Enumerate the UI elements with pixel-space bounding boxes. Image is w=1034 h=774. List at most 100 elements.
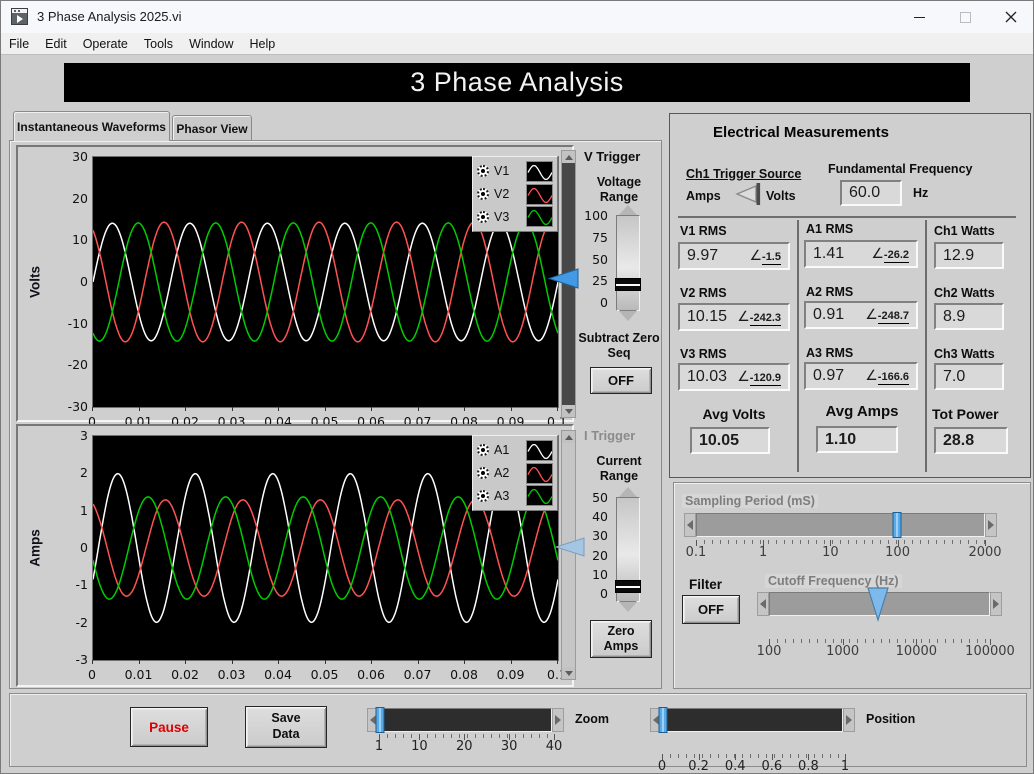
slider-right-arrow-icon[interactable] [552,708,564,732]
y-tick-label: 1 [80,503,88,518]
sampling-slider-handle[interactable] [893,512,902,538]
filter-label: Filter [689,577,722,592]
slider-scale-label: 10000 [896,644,937,659]
ch2-watts-label: Ch2 Watts [934,286,995,300]
legend-item-A1[interactable]: A1 [477,439,553,462]
scroll-up-icon[interactable] [562,431,575,443]
legend-radio-icon[interactable] [477,211,489,223]
range-slider-handle[interactable] [615,278,641,291]
current-range-slider[interactable] [614,487,642,612]
slider-scale-label: 100 [885,545,910,560]
tab-instantaneous-waveforms[interactable]: Instantaneous Waveforms [13,111,170,141]
voltage-range-slider[interactable] [614,205,642,321]
pause-button[interactable]: Pause [130,707,208,747]
zoom-scale: 110203040 [379,734,554,754]
menu-edit[interactable]: Edit [45,37,75,51]
slider-scale-label: 10 [592,567,608,582]
hz-unit-label: Hz [913,186,928,200]
ch1-watts-value: 12.9 [934,242,1004,269]
a2-rms-value: 0.91 ∠-248.7 [804,301,918,329]
legend-radio-icon[interactable] [477,444,489,456]
a3-rms-label: A3 RMS [806,346,853,360]
bottom-control-bar: Pause Save Data 110203040 Zoom 00.20.40.… [9,693,1027,767]
legend-series-name: V3 [494,210,518,224]
slider-scale-label: 10 [822,545,839,560]
amps-axis-label: Amps [28,529,43,567]
legend-item-A2[interactable]: A2 [477,462,553,485]
filter-off-button[interactable]: OFF [682,595,740,624]
minimize-icon [914,17,925,18]
close-button[interactable] [1003,9,1019,25]
menu-tools[interactable]: Tools [144,37,181,51]
tab-phasor-view[interactable]: Phasor View [172,115,252,141]
legend-radio-icon[interactable] [477,165,489,177]
fundamental-frequency-value: 60.0 [840,180,902,206]
menu-bar: File Edit Operate Tools Window Help [1,33,1034,55]
angle-icon: ∠ [737,369,750,385]
minimize-button[interactable] [911,9,927,25]
subtract-zero-seq-button[interactable]: OFF [590,367,652,394]
slider-scale-label: 30 [592,528,608,543]
menu-file[interactable]: File [9,37,37,51]
angle-icon: ∠ [865,368,878,384]
cutoff-slider-handle-icon[interactable] [867,587,889,621]
position-slider-handle[interactable] [659,707,668,733]
zoom-slider[interactable] [367,708,564,732]
y-tick-label: 2 [80,465,88,480]
legend-item-V2[interactable]: V2 [477,183,553,206]
save-data-button[interactable]: Save Data [245,706,327,748]
menu-operate[interactable]: Operate [83,37,136,51]
x-tick-label: 0.01 [125,667,153,682]
slider-increment-icon[interactable] [619,487,637,497]
legend-item-V1[interactable]: V1 [477,160,553,183]
scroll-up-icon[interactable] [562,151,575,163]
volts-legend: V1V2 V3 [472,156,558,232]
y-tick-label: 30 [72,149,88,164]
menu-window[interactable]: Window [189,37,241,51]
legend-item-V3[interactable]: V3 [477,205,553,228]
run-arrow-icon [17,15,23,23]
slider-right-arrow-icon[interactable] [985,513,997,537]
slider-left-arrow-icon[interactable] [684,513,696,537]
slider-decrement-icon[interactable] [619,602,637,612]
divider [678,216,1016,218]
menu-help[interactable]: Help [250,37,284,51]
slider-increment-icon[interactable] [619,205,637,215]
voltage-waveform-graph: Volts 3020100-10-20-30 00.010.020.030.04… [16,145,574,422]
legend-radio-icon[interactable] [477,490,489,502]
slider-scale-label: 40 [546,739,563,754]
range-slider-handle[interactable] [615,580,641,593]
y-tick-label: -1 [76,577,88,592]
slider-right-arrow-icon[interactable] [990,592,1002,616]
position-slider[interactable] [650,708,855,732]
zoom-slider-handle[interactable] [376,707,385,733]
slider-scale-label: 0.8 [798,759,819,774]
avg-amps-value: 1.10 [816,426,898,453]
zero-amps-button[interactable]: Zero Amps [590,620,652,658]
legend-radio-icon[interactable] [477,467,489,479]
slider-scale-label: 75 [592,230,608,245]
slider-scale-label: 1 [375,739,383,754]
slider-decrement-icon[interactable] [619,311,637,321]
sampling-period-slider[interactable] [684,513,997,537]
slider-left-arrow-icon[interactable] [757,592,769,616]
ch2-watts-value: 8.9 [934,303,1004,330]
volts-axis-label: Volts [28,266,43,298]
trigger-source-option-volts[interactable]: Volts [766,189,796,203]
legend-item-A3[interactable]: A3 [477,484,553,507]
cutoff-frequency-slider[interactable] [757,592,1002,616]
trigger-source-option-amps[interactable]: Amps [686,189,721,203]
maximize-button[interactable] [957,9,973,25]
scroll-down-icon[interactable] [562,667,575,679]
legend-radio-icon[interactable] [477,188,489,200]
slider-scale-label: 0.4 [725,759,746,774]
slider-scale-label: 1000 [826,644,859,659]
slider-right-arrow-icon[interactable] [843,708,855,732]
slider-scale-label: 1 [759,545,767,560]
x-tick-label: 0.08 [450,667,478,682]
slider-scale-label: 2000 [968,545,1001,560]
scroll-down-icon[interactable] [562,405,575,417]
trigger-source-switch-icon[interactable] [730,181,764,207]
title-bar: 3 Phase Analysis 2025.vi [1,1,1034,33]
v-trigger-cursor-icon[interactable] [548,268,579,289]
